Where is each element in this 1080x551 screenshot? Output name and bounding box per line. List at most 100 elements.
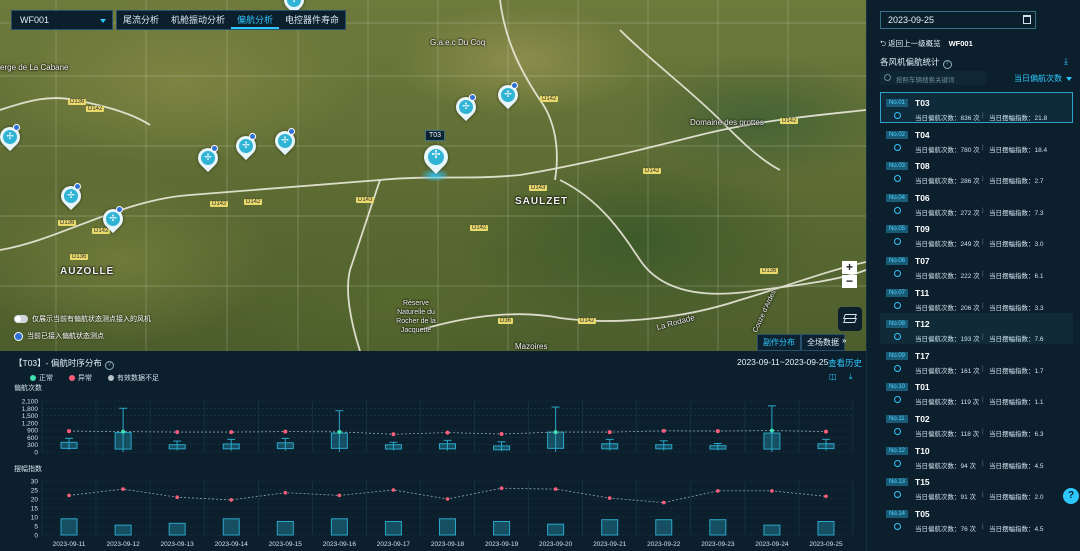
box — [330, 432, 348, 449]
tab-yaw[interactable]: 偏航分析 — [231, 11, 280, 29]
locate-icon[interactable] — [894, 143, 901, 151]
turbine-icon: ✢ — [289, 0, 299, 4]
yaw-count: 当日偏航次数：836 次 — [915, 115, 980, 122]
locate-icon[interactable] — [894, 112, 901, 119]
turbine-name: T11 — [915, 287, 930, 298]
legend-abnormal[interactable]: 异常 — [69, 373, 92, 383]
x-tick-label: 2023-09-22 — [647, 541, 681, 548]
turbine-rank-item[interactable]: No.09 T17 当日偏航次数：161 次 | 当日摆幅指数：1.7 — [880, 345, 1073, 376]
bar — [60, 518, 78, 536]
locate-icon[interactable] — [894, 459, 901, 467]
locate-icon[interactable] — [894, 427, 901, 435]
download-icon[interactable]: ⤓ — [1064, 56, 1068, 67]
locate-icon[interactable] — [894, 301, 901, 309]
x-tick-label: 2023-09-18 — [431, 541, 465, 548]
swing-index: 当日摆幅指数：4.5 — [989, 525, 1044, 533]
swing-index: 当日摆幅指数：6.3 — [989, 430, 1044, 438]
locate-icon[interactable] — [894, 269, 901, 277]
swing-index: 当日摆幅指数：4.5 — [989, 462, 1044, 470]
divider: | — [982, 143, 984, 151]
swing-index: 当日摆幅指数：3.0 — [989, 241, 1044, 249]
place-label: erge de La Cabane — [0, 63, 69, 72]
daily-point — [823, 429, 828, 434]
turbine-rank-item[interactable]: No.11 T02 当日偏航次数：118 次 | 当日摆幅指数：6.3 — [880, 408, 1073, 439]
zoom-out-button[interactable]: − — [842, 275, 857, 288]
turbine-rank-item[interactable]: No.07 T11 当日偏航次数：206 次 | 当日摆幅指数：3.3 — [880, 282, 1073, 313]
place-label: AUZOLLE — [60, 266, 115, 277]
screenshot-icon[interactable]: ◫ — [829, 372, 838, 381]
help-icon[interactable]: ? — [942, 60, 952, 69]
turbine-rank-item[interactable]: No.02 T04 当日偏航次数：780 次 | 当日摆幅指数：18.4 — [880, 124, 1073, 155]
turbine-marker[interactable]: ✢ — [193, 143, 223, 174]
help-icon[interactable]: ? — [104, 361, 114, 370]
turbine-marker[interactable]: ✢ — [231, 131, 261, 162]
turbine-rank-item[interactable]: No.05 T09 当日偏航次数：249 次 | 当日摆幅指数：3.0 — [880, 218, 1073, 249]
turbine-marker[interactable]: ✢ — [451, 92, 481, 123]
turbine-rank-item[interactable]: No.12 T10 当日偏航次数：94 次 | 当日摆幅指数：4.5 — [880, 440, 1073, 471]
distribution-button[interactable]: 副作分布 — [757, 334, 801, 351]
y-axis-label: 偏航次数 — [14, 383, 42, 392]
locate-icon[interactable] — [894, 175, 901, 183]
farm-select[interactable]: WF001 — [11, 10, 113, 30]
date-picker[interactable]: 2023-09-25 — [880, 11, 1036, 29]
legend-insufficient[interactable]: 有效数据不足 — [108, 373, 159, 383]
legend-normal[interactable]: 正常 — [30, 373, 53, 383]
locate-icon[interactable] — [894, 396, 901, 404]
turbine-rank-item[interactable]: No.08 T12 当日偏航次数：193 次 | 当日摆幅指数：7.6 — [880, 313, 1073, 345]
turbine-marker-selected[interactable]: ✢ — [419, 140, 453, 177]
turbine-marker[interactable]: ✢ — [270, 126, 300, 157]
turbine-rank-item[interactable]: No.13 T15 当日偏航次数：91 次 | 当日摆幅指数：2.0 — [880, 471, 1073, 502]
bar — [276, 521, 294, 536]
road-label: D136 — [68, 99, 87, 105]
layers-button[interactable] — [838, 307, 862, 331]
tab-vibration[interactable]: 机舱振动分析 — [165, 11, 231, 29]
bar — [384, 521, 402, 536]
calendar-icon — [1023, 15, 1031, 24]
tab-electrical-life[interactable]: 电控器件寿命 — [279, 11, 345, 29]
turbine-rank-item[interactable]: No.04 T06 当日偏航次数：272 次 | 当日摆幅指数：7.3 — [880, 187, 1073, 218]
locate-icon[interactable] — [894, 364, 901, 372]
search-input[interactable]: 按照车辆搜索关键词 — [880, 71, 986, 85]
locate-icon[interactable] — [894, 522, 901, 530]
full-data-button[interactable]: 全场数据 — [801, 334, 845, 351]
box — [222, 443, 240, 450]
farm-select-value: WF001 — [20, 15, 50, 25]
collapse-icon[interactable]: » — [842, 336, 846, 345]
filter-switch[interactable] — [14, 315, 28, 323]
turbine-rank-item[interactable]: No.10 T01 当日偏航次数：119 次 | 当日摆幅指数：1.1 — [880, 376, 1073, 407]
rank-badge: No.07 — [886, 288, 909, 297]
divider: | — [982, 333, 984, 341]
legend-label: 有效数据不足 — [117, 375, 159, 382]
zoom-in-button[interactable]: + — [842, 261, 857, 274]
daily-point — [337, 429, 342, 434]
swing-index: 当日摆幅指数：18.4 — [989, 146, 1048, 154]
daily-point — [229, 430, 234, 435]
locate-icon[interactable] — [894, 333, 901, 341]
turbine-marker[interactable]: ✢ — [0, 122, 25, 153]
sort-select[interactable]: 当日偏航次数 — [1014, 73, 1072, 84]
help-float-button[interactable]: ? — [1063, 488, 1079, 504]
x-tick-label: 2023-09-20 — [539, 541, 573, 548]
yaw-count: 当日偏航次数：249 次 — [915, 241, 980, 249]
turbine-marker[interactable]: ✢ — [493, 80, 523, 111]
filter-toggle-row[interactable]: 仅展示当前有偏航状态测点接入的风机 — [14, 314, 151, 324]
map-view[interactable]: G.a.e.c Du Coq erge de La Cabane Domaine… — [0, 0, 866, 351]
tab-wake[interactable]: 尾流分析 — [117, 11, 165, 29]
index-point — [499, 486, 504, 490]
locate-icon[interactable] — [894, 238, 901, 246]
x-tick-label: 2023-09-16 — [323, 541, 357, 548]
turbine-marker[interactable]: ✢ — [56, 181, 86, 212]
locate-icon[interactable] — [894, 491, 901, 499]
y-tick-label: 1,200 — [22, 420, 39, 427]
turbine-marker[interactable]: ✢ — [98, 204, 128, 235]
view-history-link[interactable]: 查看历史 — [828, 357, 862, 369]
turbine-rank-item[interactable]: No.01 T03 当日偏航次数：836 次 | 当日摆幅指数：21.8 — [880, 92, 1073, 123]
turbine-rank-item[interactable]: No.03 T08 当日偏航次数：286 次 | 当日摆幅指数：2.7 — [880, 155, 1073, 186]
turbine-rank-item[interactable]: No.14 T05 当日偏航次数：76 次 | 当日摆幅指数：4.5 — [880, 503, 1073, 534]
back-link[interactable]: ⮌ 返回上一级概览 — [880, 39, 941, 48]
turbine-rank-item[interactable]: No.06 T07 当日偏航次数：222 次 | 当日摆幅指数：6.1 — [880, 250, 1073, 281]
y-tick-label: 20 — [31, 497, 39, 504]
download-icon[interactable]: ⤓ — [849, 372, 858, 381]
locate-icon[interactable] — [894, 206, 901, 214]
y-tick-label: 0 — [34, 450, 38, 457]
